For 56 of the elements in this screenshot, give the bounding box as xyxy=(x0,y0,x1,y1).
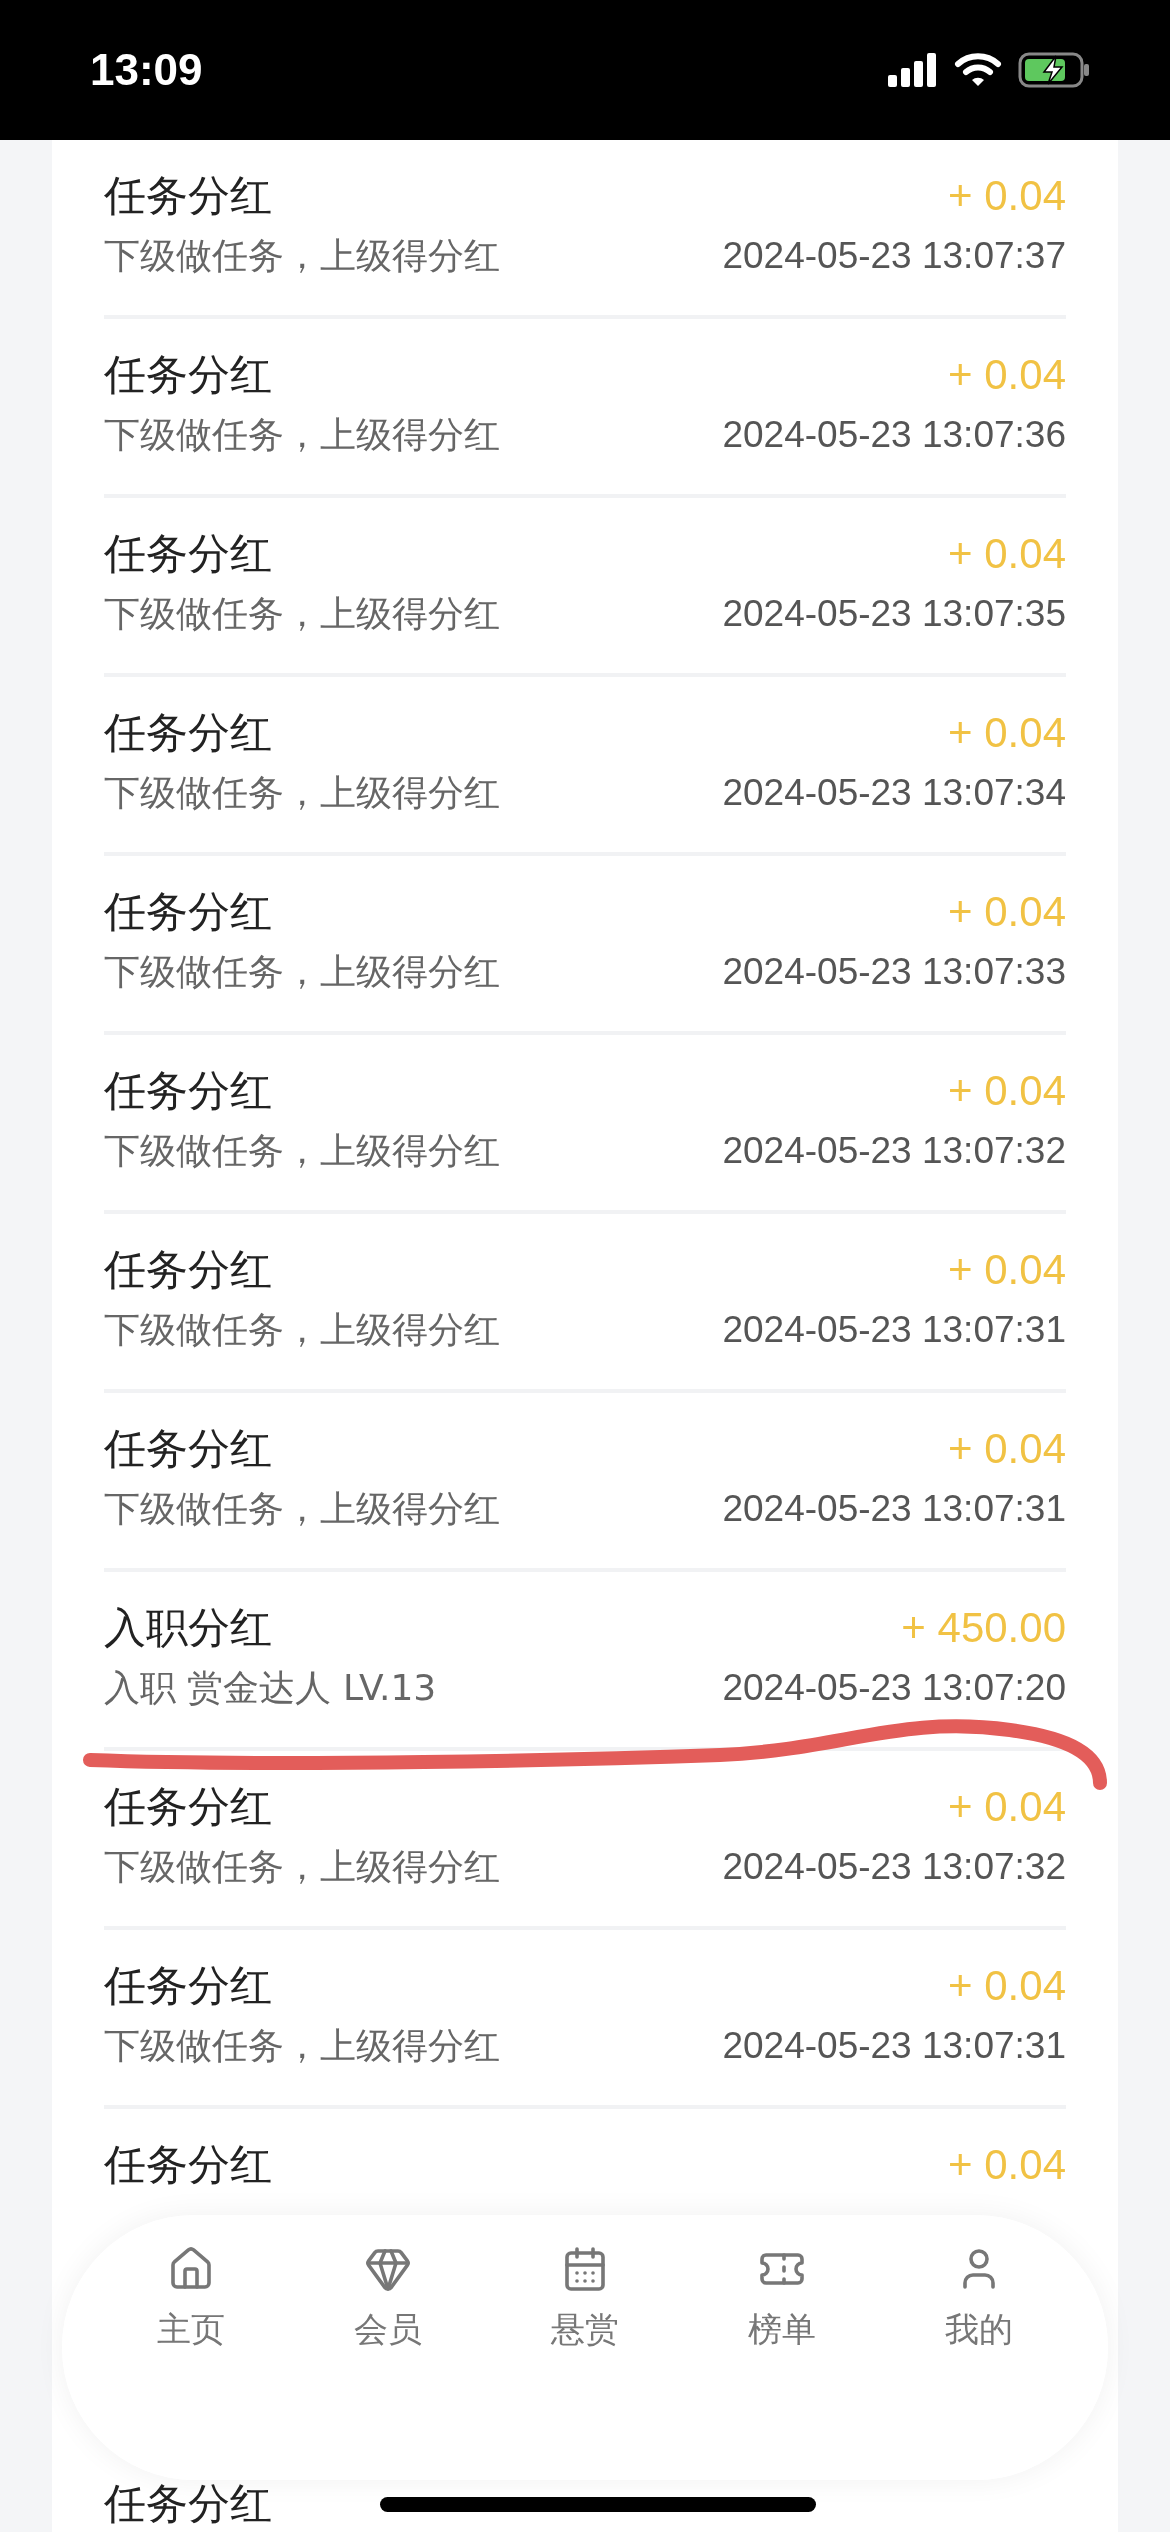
record-time: 2024-05-23 13:07:31 xyxy=(722,1487,1066,1531)
record-time: 2024-05-23 13:07:37 xyxy=(722,234,1066,278)
record-title: 任务分红 xyxy=(104,1065,272,1117)
record-time: 2024-05-23 13:07:33 xyxy=(722,950,1066,994)
record-title: 任务分红 xyxy=(104,1423,272,1475)
record-time: 2024-05-23 13:07:32 xyxy=(722,1845,1066,1889)
record-title: 任务分红 xyxy=(104,528,272,580)
record-time: 2024-05-23 13:07:32 xyxy=(722,1129,1066,1173)
record-time: 2024-05-23 13:07:35 xyxy=(722,592,1066,636)
status-time: 13:09 xyxy=(90,45,203,95)
record-title: 任务分红 xyxy=(104,707,272,759)
record-amount: + 0.04 xyxy=(947,529,1066,579)
record-amount: + 0.04 xyxy=(948,2140,1066,2190)
record-description: 下级做任务，上级得分红 xyxy=(104,771,501,815)
record-amount: + 0.04 xyxy=(947,350,1066,400)
record-description: 下级做任务，上级得分红 xyxy=(104,950,501,994)
record-title: 任务分红 xyxy=(104,2139,272,2191)
record-description: 下级做任务，上级得分红 xyxy=(104,413,501,457)
record-amount: + 0.04 xyxy=(947,1782,1066,1832)
record-title: 任务分红 xyxy=(104,1960,272,2012)
record-amount: + 0.04 xyxy=(947,1424,1066,1474)
tab-item[interactable]: 我的 xyxy=(880,2239,1078,2359)
record-amount: + 0.04 xyxy=(947,1961,1066,2011)
tab-item[interactable]: 主页 xyxy=(92,2239,290,2359)
record-description: 下级做任务，上级得分红 xyxy=(104,2024,501,2068)
record-time: 2024-05-23 13:07:34 xyxy=(722,771,1066,815)
record-title: 任务分红 xyxy=(104,1781,272,1833)
tab-item[interactable]: 会员 xyxy=(289,2239,487,2359)
record-description: 下级做任务，上级得分红 xyxy=(104,1845,501,1889)
record-description: 下级做任务，上级得分红 xyxy=(104,1487,501,1531)
record-title: 任务分红 xyxy=(104,349,272,401)
record-time: 2024-05-23 13:07:31 xyxy=(722,2024,1066,2068)
record-amount: + 0.04 xyxy=(947,1066,1066,1116)
record-amount: + 0.04 xyxy=(947,708,1066,758)
record-title: 入职分红 xyxy=(104,1602,272,1654)
record-description: 下级做任务，上级得分红 xyxy=(104,1129,501,1173)
record-title: 任务分红 xyxy=(104,1244,272,1296)
record-amount: + 0.04 xyxy=(947,887,1066,937)
record-time: 2024-05-23 13:07:36 xyxy=(722,413,1066,457)
signal-icon xyxy=(888,53,938,87)
record-amount: + 0.04 xyxy=(947,1245,1066,1295)
record-amount: + 0.04 xyxy=(947,171,1066,221)
record-time: 2024-05-23 13:07:20 xyxy=(722,1666,1066,1710)
wifi-icon xyxy=(954,52,1002,88)
record-title: 任务分红 xyxy=(104,886,272,938)
record-description: 下级做任务，上级得分红 xyxy=(104,592,501,636)
record-description: 下级做任务，上级得分红 xyxy=(104,234,501,278)
record-title: 任务分红 xyxy=(104,170,272,222)
battery-icon xyxy=(1018,52,1090,88)
tab-item[interactable]: 悬赏 xyxy=(486,2239,684,2359)
record-title: 任务分红 xyxy=(104,2478,272,2530)
record-description: 入职 赏金达人 LV.13 xyxy=(104,1666,438,1710)
record-description: 下级做任务，上级得分红 xyxy=(104,1308,501,1352)
record-time: 2024-05-23 13:07:31 xyxy=(722,1308,1066,1352)
record-amount: + 450.00 xyxy=(900,1603,1066,1653)
tab-item[interactable]: 榜单 xyxy=(683,2239,881,2359)
